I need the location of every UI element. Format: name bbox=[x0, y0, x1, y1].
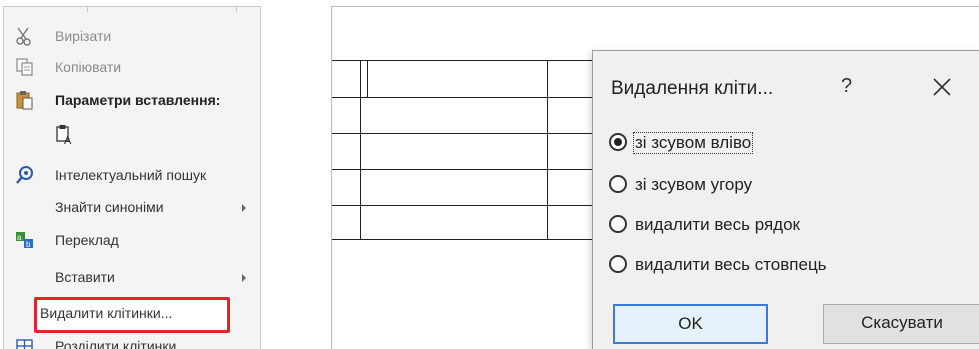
menu-item-copy[interactable]: Копіювати bbox=[4, 53, 260, 83]
radio-button[interactable] bbox=[609, 255, 627, 273]
radio-button[interactable] bbox=[609, 133, 627, 151]
menu-item-delete-cells[interactable]: Видалити клітинки... bbox=[4, 299, 260, 329]
close-icon[interactable] bbox=[931, 76, 953, 98]
option-shift-left[interactable]: зі зсувом вліво bbox=[609, 130, 909, 158]
split-cells-icon bbox=[16, 339, 33, 349]
menu-item-label: Інтелектуальний пошук bbox=[55, 167, 207, 183]
menu-divider-tick bbox=[236, 7, 237, 12]
menu-item-label: Копіювати bbox=[55, 59, 122, 75]
menu-item-label: Знайти синоніми bbox=[55, 199, 164, 215]
table-line bbox=[332, 205, 594, 206]
paste-keep-text-icon: A bbox=[56, 125, 72, 145]
menu-item-label: Вирізати bbox=[55, 28, 112, 44]
paste-icon bbox=[16, 91, 33, 110]
scissors-icon bbox=[16, 27, 31, 46]
copy-icon bbox=[16, 58, 33, 76]
translate-icon: a b bbox=[16, 232, 33, 249]
svg-text:b: b bbox=[26, 240, 31, 249]
option-label: зі зсувом вліво bbox=[632, 132, 754, 154]
option-label: видалити весь стовпець bbox=[635, 255, 827, 274]
submenu-arrow-icon bbox=[242, 274, 246, 282]
table-line bbox=[367, 60, 368, 97]
option-delete-column[interactable]: видалити весь стовпець bbox=[609, 252, 909, 280]
svg-text:A: A bbox=[64, 135, 72, 145]
cancel-button[interactable]: Скасувати bbox=[823, 304, 979, 344]
option-label: видалити весь рядок bbox=[635, 215, 800, 234]
help-button[interactable]: ? bbox=[841, 75, 852, 98]
menu-item-synonyms[interactable]: Знайти синоніми bbox=[4, 193, 260, 223]
paste-options-header: Параметри вставлення: bbox=[4, 86, 260, 116]
menu-item-smart-lookup[interactable]: Інтелектуальний пошук bbox=[4, 161, 260, 191]
menu-item-label: Видалити клітинки... bbox=[40, 305, 173, 321]
radio-button[interactable] bbox=[609, 175, 627, 193]
option-delete-row[interactable]: видалити весь рядок bbox=[609, 212, 909, 240]
menu-item-label: Вставити bbox=[55, 269, 115, 285]
menu-divider-tick bbox=[87, 7, 88, 12]
option-label: зі зсувом угору bbox=[635, 175, 753, 194]
menu-item-label: Розділити клітинки... bbox=[55, 338, 188, 349]
menu-item-label: Переклад bbox=[55, 232, 119, 248]
context-menu: Вирізати Копіювати Параметри вставлення:… bbox=[3, 6, 261, 349]
smart-lookup-icon bbox=[16, 166, 33, 184]
menu-item-translate[interactable]: a b Переклад bbox=[4, 226, 260, 256]
table-line bbox=[360, 60, 361, 240]
table-line bbox=[547, 60, 548, 240]
table-line bbox=[332, 60, 594, 61]
table-line bbox=[332, 169, 594, 170]
paste-keep-text-button[interactable]: A bbox=[4, 119, 260, 149]
table-line bbox=[332, 133, 594, 134]
menu-item-cut[interactable]: Вирізати bbox=[4, 22, 260, 52]
delete-cells-dialog: Видалення кліти... ? зі зсувом вліво зі … bbox=[592, 50, 979, 349]
menu-item-label: Параметри вставлення: bbox=[55, 92, 221, 108]
option-shift-up[interactable]: зі зсувом угору bbox=[609, 172, 909, 200]
table-line bbox=[332, 239, 594, 240]
submenu-arrow-icon bbox=[242, 204, 246, 212]
table-line bbox=[332, 97, 594, 98]
dialog-title: Видалення кліти... bbox=[611, 78, 774, 99]
svg-text:a: a bbox=[17, 233, 22, 242]
radio-button[interactable] bbox=[609, 215, 627, 233]
menu-item-split-cells[interactable]: Розділити клітинки... bbox=[4, 332, 260, 349]
ok-button[interactable]: OK bbox=[613, 304, 768, 344]
menu-item-insert[interactable]: Вставити bbox=[4, 263, 260, 293]
